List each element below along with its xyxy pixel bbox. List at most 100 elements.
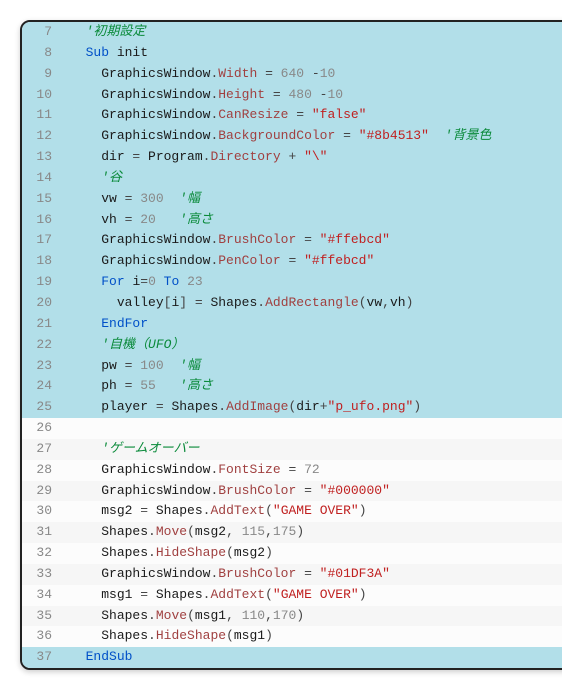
token-ident: GraphicsWindow: [101, 107, 210, 122]
token-ident: GraphicsWindow: [101, 483, 210, 498]
token-op: +: [320, 399, 328, 414]
token-num: 55: [140, 378, 156, 393]
token-ident: msg2: [101, 503, 132, 518]
token-num: 72: [304, 462, 320, 477]
code-content: Shapes.Move(msg1, 110,170): [70, 607, 562, 626]
token-op: +: [281, 149, 304, 164]
token-ident: vw: [101, 191, 117, 206]
line-number: 8: [22, 44, 64, 63]
line-number: 30: [22, 502, 64, 521]
line-number: 13: [22, 148, 64, 167]
token-num: 175: [273, 524, 296, 539]
code-line: 20 valley[i] = Shapes.AddRectangle(vw,vh…: [22, 293, 562, 314]
token-comment: '自機（UFO）: [101, 337, 184, 352]
token-ident: GraphicsWindow: [101, 566, 210, 581]
token-prop: Move: [156, 524, 187, 539]
code-content: Shapes.HideShape(msg2): [70, 544, 562, 563]
token-str: "#ffebcd": [320, 232, 390, 247]
code-content: msg1 = Shapes.AddText("GAME OVER"): [70, 586, 562, 605]
token-ident: Shapes: [101, 524, 148, 539]
token-op: .: [148, 545, 156, 560]
token-ident: Shapes: [210, 295, 257, 310]
token-op: .: [148, 628, 156, 643]
token-prop: HideShape: [156, 545, 226, 560]
token-prop: AddText: [210, 503, 265, 518]
token-str: "#01DF3A": [320, 566, 390, 581]
token-op: ,: [226, 524, 242, 539]
code-content: GraphicsWindow.Width = 640 -10: [70, 65, 562, 84]
token-num: 110: [242, 608, 265, 623]
token-op: =: [187, 295, 210, 310]
token-op: ,: [265, 608, 273, 623]
token-op: ): [296, 608, 304, 623]
token-ident: GraphicsWindow: [101, 232, 210, 247]
token-op: =: [296, 566, 319, 581]
line-number: 16: [22, 211, 64, 230]
code-content: GraphicsWindow.Height = 480 -10: [70, 86, 562, 105]
token-num: 115: [242, 524, 265, 539]
code-line: 17 GraphicsWindow.BrushColor = "#ffebcd": [22, 230, 562, 251]
token-op: =: [140, 274, 148, 289]
line-number: 26: [22, 419, 64, 438]
token-op: ): [265, 545, 273, 560]
token-op: =: [117, 358, 140, 373]
code-content: ph = 55 '高さ: [70, 377, 562, 396]
token-prop: BackgroundColor: [218, 128, 335, 143]
token-op: -: [312, 87, 328, 102]
code-line: 7 '初期設定: [22, 22, 562, 43]
token-keyword: EndSub: [86, 649, 133, 664]
token-ident: Shapes: [156, 587, 203, 602]
token-op: =: [296, 232, 319, 247]
line-number: 23: [22, 357, 64, 376]
code-line: 14 '谷: [22, 168, 562, 189]
code-line: 32 Shapes.HideShape(msg2): [22, 543, 562, 564]
code-content: vw = 300 '幅: [70, 190, 562, 209]
line-number: 15: [22, 190, 64, 209]
token-comment: '幅: [179, 358, 200, 373]
line-number: 37: [22, 648, 64, 667]
code-content: GraphicsWindow.BrushColor = "#01DF3A": [70, 565, 562, 584]
line-number: 34: [22, 586, 64, 605]
line-number: 11: [22, 106, 64, 125]
token-ident: valley: [117, 295, 164, 310]
token-ident: msg1: [195, 608, 226, 623]
code-content: EndSub: [70, 648, 562, 667]
token-op: (: [187, 608, 195, 623]
token-op: =: [117, 212, 140, 227]
token-num: 170: [273, 608, 296, 623]
token-ident: Shapes: [101, 545, 148, 560]
token-op: ): [406, 295, 414, 310]
code-line: 30 msg2 = Shapes.AddText("GAME OVER"): [22, 501, 562, 522]
token-ident: pw: [101, 358, 117, 373]
code-content: Sub init: [70, 44, 562, 63]
token-op: ,: [265, 524, 273, 539]
token-ident: dir: [296, 399, 319, 414]
code-content: dir = Program.Directory + "\": [70, 148, 562, 167]
line-number: 12: [22, 127, 64, 146]
code-line: 12 GraphicsWindow.BackgroundColor = "#8b…: [22, 126, 562, 147]
token-ident: player: [101, 399, 148, 414]
token-ident: GraphicsWindow: [101, 128, 210, 143]
token-ident: dir: [101, 149, 124, 164]
code-line: 37 EndSub: [22, 647, 562, 668]
code-line: 25 player = Shapes.AddImage(dir+"p_ufo.p…: [22, 397, 562, 418]
code-line: 28 GraphicsWindow.FontSize = 72: [22, 460, 562, 481]
token-prop: Move: [156, 608, 187, 623]
token-prop: AddImage: [226, 399, 288, 414]
code-content: '自機（UFO）: [70, 336, 562, 355]
token-comment: 'ゲームオーバー: [101, 441, 199, 456]
token-prop: AddRectangle: [265, 295, 359, 310]
token-op: .: [257, 295, 265, 310]
token-op: [156, 378, 179, 393]
code-content: GraphicsWindow.CanResize = "false": [70, 106, 562, 125]
line-number: 35: [22, 607, 64, 626]
token-op: =: [132, 503, 155, 518]
line-number: 14: [22, 169, 64, 188]
code-line: 33 GraphicsWindow.BrushColor = "#01DF3A": [22, 564, 562, 585]
token-op: [164, 358, 180, 373]
code-line: 15 vw = 300 '幅: [22, 189, 562, 210]
token-op: .: [218, 399, 226, 414]
code-content: GraphicsWindow.PenColor = "#ffebcd": [70, 252, 562, 271]
code-line: 35 Shapes.Move(msg1, 110,170): [22, 606, 562, 627]
token-op: ]: [179, 295, 187, 310]
